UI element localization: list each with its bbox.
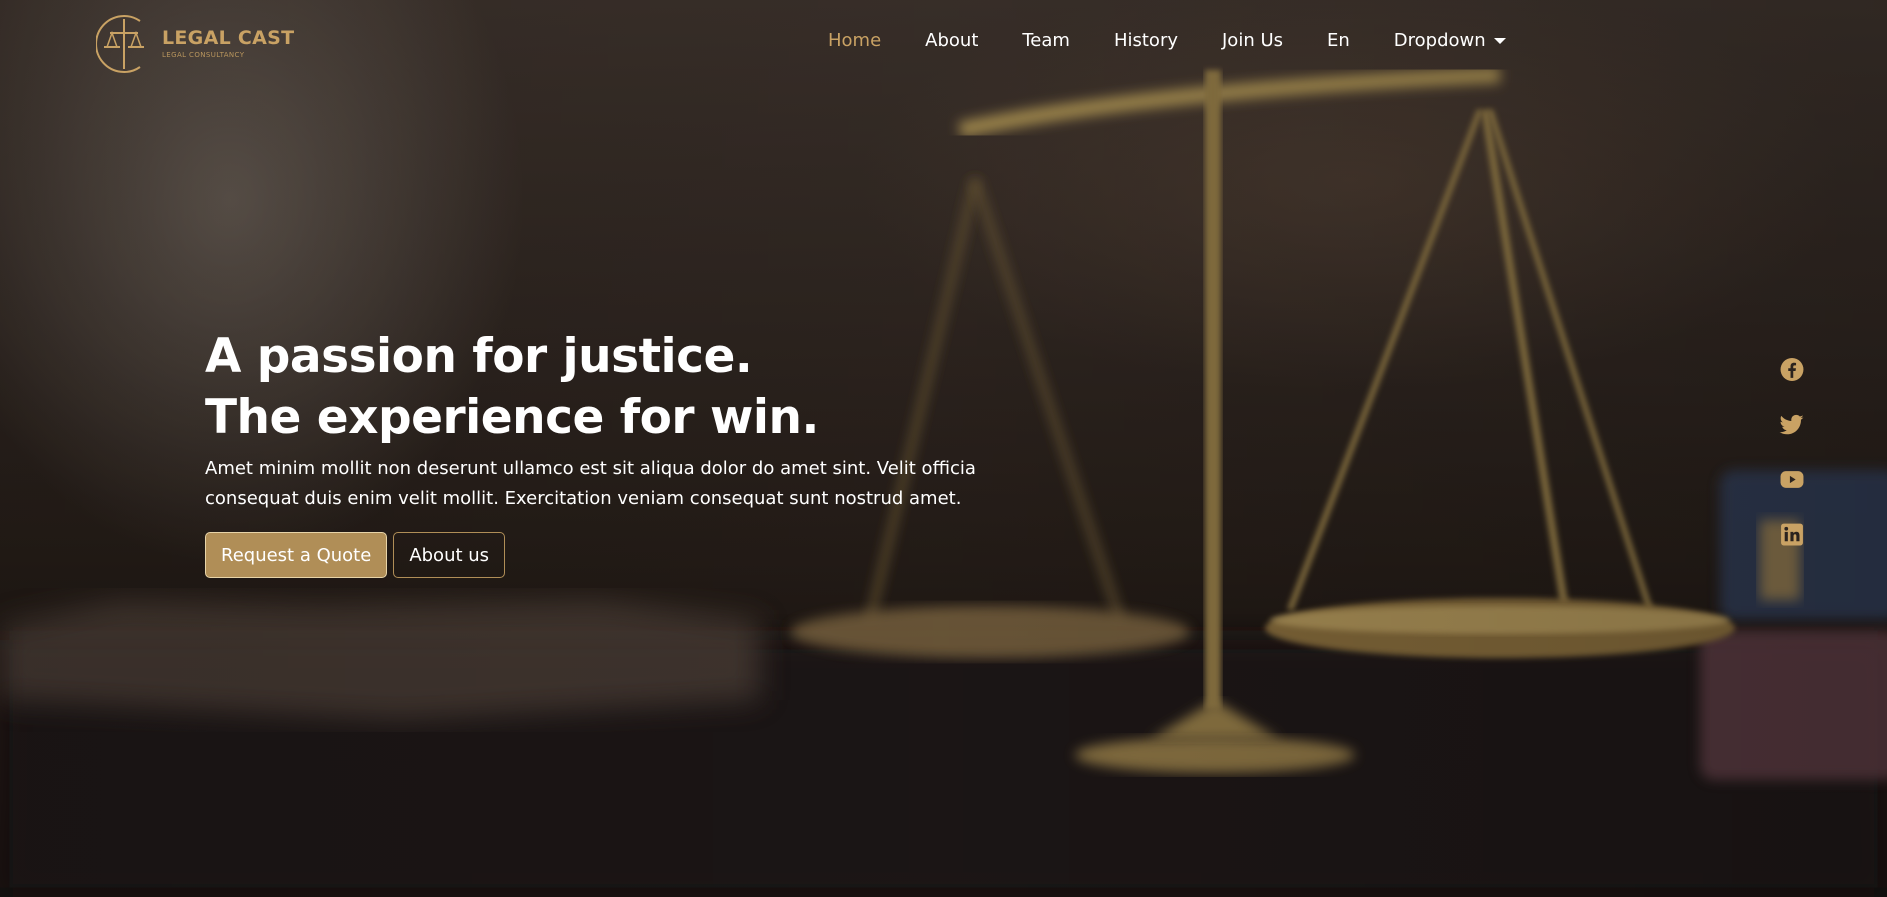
- hero-buttons: Request a Quote About us: [205, 532, 1005, 578]
- hero-section: LEGAL CAST LEGAL CONSULTANCY Home About …: [0, 0, 1887, 897]
- brand-tagline: LEGAL CONSULTANCY: [162, 51, 245, 59]
- nav-item-dropdown[interactable]: Dropdown: [1394, 30, 1506, 51]
- caret-down-icon: [1493, 37, 1506, 44]
- nav-item-home[interactable]: Home: [828, 30, 881, 51]
- brand-logo[interactable]: LEGAL CAST LEGAL CONSULTANCY: [96, 13, 294, 75]
- request-quote-button[interactable]: Request a Quote: [205, 532, 388, 578]
- nav-dropdown-label: Dropdown: [1393, 30, 1486, 51]
- brand-name: LEGAL CAST: [162, 27, 295, 49]
- about-us-button[interactable]: About us: [393, 532, 506, 578]
- social-links: [1779, 357, 1805, 547]
- navbar: LEGAL CAST LEGAL CONSULTANCY Home About …: [0, 0, 1887, 90]
- nav-item-team[interactable]: Team: [1022, 30, 1070, 51]
- scales-of-justice-icon: [96, 15, 144, 73]
- hero-description: Amet minim mollit non deserunt ullamco e…: [205, 458, 976, 509]
- nav-item-history[interactable]: History: [1114, 30, 1178, 51]
- facebook-icon[interactable]: [1779, 357, 1805, 382]
- nav-item-about[interactable]: About: [925, 30, 978, 51]
- nav-item-language[interactable]: En: [1327, 30, 1350, 51]
- linkedin-icon[interactable]: [1779, 522, 1805, 547]
- brand-text: LEGAL CAST LEGAL CONSULTANCY: [162, 29, 294, 59]
- hero-title: A passion for justice. The experience fo…: [205, 329, 819, 445]
- youtube-icon[interactable]: [1779, 467, 1805, 492]
- hero-content: A passion for justice. The experience fo…: [205, 326, 1005, 578]
- main-navigation: Home About Team History Join Us En Dropd…: [828, 30, 1506, 51]
- nav-item-join-us[interactable]: Join Us: [1222, 30, 1283, 51]
- twitter-icon[interactable]: [1779, 412, 1805, 437]
